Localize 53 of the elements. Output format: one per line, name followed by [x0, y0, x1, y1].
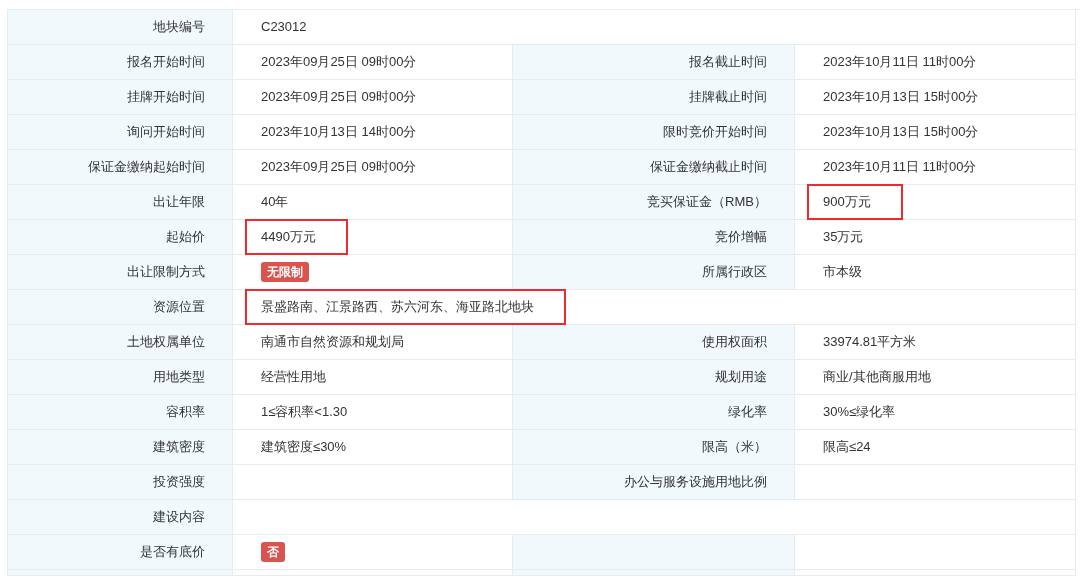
field-value: 2023年09月25日 09时00分: [261, 88, 417, 107]
field-value: 2023年10月13日 15时00分: [823, 123, 979, 142]
field-value: 南通市自然资源和规划局: [261, 333, 404, 352]
field-label: 限时竞价开始时间: [663, 123, 767, 142]
field-value: C23012: [261, 18, 307, 37]
field-label: 挂牌开始时间: [127, 88, 205, 107]
field-value: 市本级: [823, 263, 862, 282]
field-label: 所属行政区: [702, 263, 767, 282]
field-value: 商业/其他商服用地: [823, 368, 931, 387]
field-value: 2023年10月13日 15时00分: [823, 88, 979, 107]
field-value: 33974.81平方米: [823, 333, 917, 352]
field-label: 规划用途: [715, 368, 767, 387]
field-label: 出让年限: [153, 193, 205, 212]
field-value: 2023年10月13日 14时00分: [261, 123, 417, 142]
field-label: 起始价: [166, 228, 205, 247]
field-label: 用地类型: [153, 368, 205, 387]
field-value: 2023年09月25日 09时00分: [261, 158, 417, 177]
field-label: 是否有底价: [140, 543, 205, 562]
field-label: 报名开始时间: [127, 53, 205, 72]
field-value: 2023年09月25日 09时00分: [261, 53, 417, 72]
field-value: 经营性用地: [261, 368, 326, 387]
field-label: 保证金缴纳起始时间: [88, 158, 205, 177]
field-label: 出让限制方式: [127, 263, 205, 282]
status-badge: 否: [261, 542, 285, 562]
field-value: 1≤容积率<1.30: [261, 403, 348, 422]
field-label: 限高（米）: [702, 438, 767, 457]
field-value: 30%≤绿化率: [823, 403, 896, 422]
field-label: 使用权面积: [702, 333, 767, 352]
highlighted-value: 景盛路南、江景路西、苏六河东、海亚路北地块: [245, 289, 566, 325]
field-label: 保证金缴纳截止时间: [650, 158, 767, 177]
field-label: 地块编号: [153, 18, 205, 37]
field-value: 2023年10月11日 11时00分: [823, 53, 977, 72]
field-label: 绿化率: [728, 403, 767, 422]
field-value: 限高≤24: [823, 438, 871, 457]
field-label: 容积率: [166, 403, 205, 422]
field-label: 挂牌截止时间: [689, 88, 767, 107]
field-value: 35万元: [823, 228, 864, 247]
field-label: 投资强度: [153, 473, 205, 492]
highlighted-value: 4490万元: [245, 219, 348, 255]
field-value: 建筑密度≤30%: [261, 438, 347, 457]
field-label: 竞价增幅: [715, 228, 767, 247]
field-value: 40年: [261, 193, 289, 212]
highlighted-value: 900万元: [807, 184, 903, 220]
field-label: 报名截止时间: [689, 53, 767, 72]
field-label: 办公与服务设施用地比例: [624, 473, 767, 492]
field-label: 询问开始时间: [127, 123, 205, 142]
field-label: 建筑密度: [153, 438, 205, 457]
field-label: 资源位置: [153, 298, 205, 317]
field-label: 建设内容: [153, 508, 205, 527]
status-badge: 无限制: [261, 262, 309, 282]
field-value: 2023年10月11日 11时00分: [823, 158, 977, 177]
field-label: 土地权属单位: [127, 333, 205, 352]
field-label: 竞买保证金（RMB）: [647, 193, 767, 212]
